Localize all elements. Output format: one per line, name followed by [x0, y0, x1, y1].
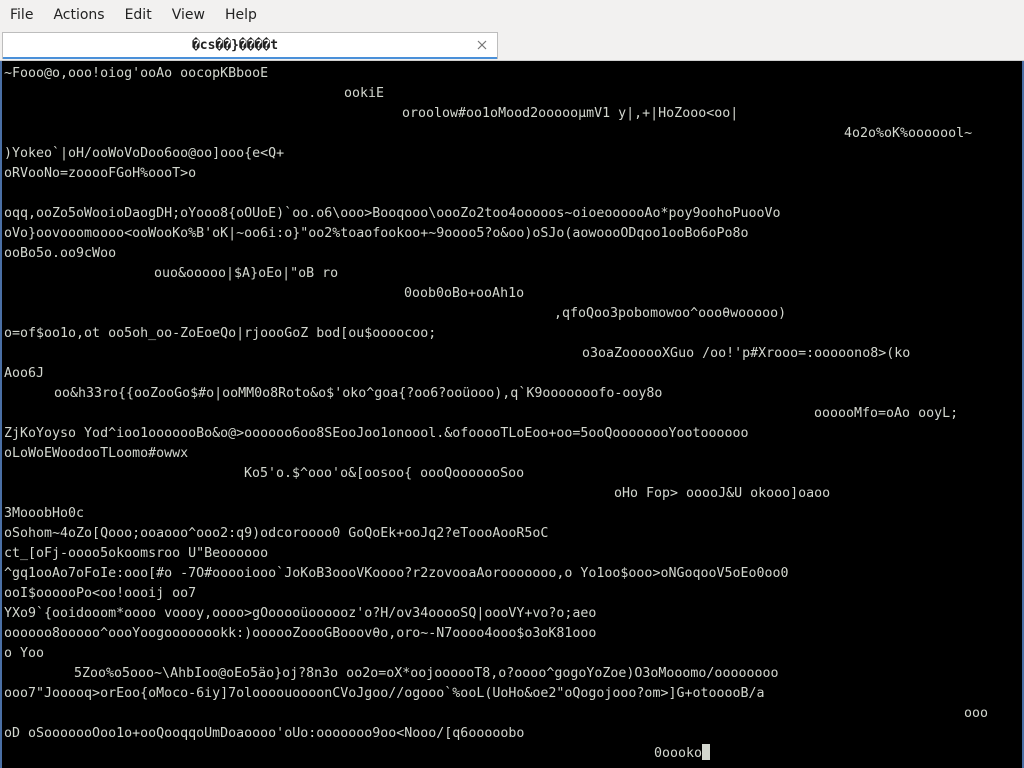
terminal-line: oqq,ooZo5oWooioDaogDH;oYooo8{oOUoE)`oo.o… [4, 206, 781, 221]
terminal-line: o3oaZoooooXGuo /oo!'p#Xrooo=:ooooono8>(k… [582, 346, 911, 361]
terminal-line: )Yokeo`|oH/ooWoVoDoo6oo@oo]ooo{e<Q+ [4, 146, 285, 161]
terminal-line: 3MooobHo0c [4, 506, 85, 521]
close-icon[interactable] [475, 38, 489, 52]
terminal-tab[interactable]: �cs��}����t [2, 32, 498, 59]
terminal-line: ooBo5o.oo9cWoo [4, 246, 117, 261]
menu-file[interactable]: File [0, 0, 43, 30]
terminal-line: 5Zoo%o5ooo~\AhbIoo@oEo5äo}oj?8n3o oo2o=o… [74, 666, 779, 681]
terminal-line: oroolow#oo1oMood2oooooμmV1 y|,+|HoZooo<o… [402, 106, 739, 121]
terminal-prompt-line: 0oooko [654, 744, 711, 764]
menu-actions[interactable]: Actions [43, 0, 114, 30]
tab-bar: �cs��}����t [0, 30, 1024, 61]
terminal-line: ^gq1ooAo7oFoIe:ooo[#o -7O#ooooiooo`JoKoB… [4, 566, 789, 581]
terminal-line: oD oSooooooOoo1o+ooQooqqoUmDoaoooo'oUo:o… [4, 726, 525, 741]
terminal-line: ooo [964, 706, 989, 721]
terminal-output[interactable]: ~Fooo@o,ooo!oiog'ooAo oocopKBbooE ookiE … [0, 61, 1024, 768]
terminal-line: YXo9`{ooidooom*oooo voooy,oooo>gOooooüoo… [4, 606, 597, 621]
terminal-line: oo&h33ro{{ooZooGo$#o|ooMM0o8Roto&o$'oko^… [54, 386, 663, 401]
menu-help[interactable]: Help [215, 0, 267, 30]
terminal-line: ,qfoQoo3pobomowoo^oooθwooooo) [554, 306, 787, 321]
terminal-line: ookiE [344, 86, 385, 101]
terminal-line-text: 0oooko [654, 746, 703, 761]
terminal-line: ooI$oooooPo<oo!oooij oo7 [4, 586, 197, 601]
terminal-line: ZjKoYoyso Yod^ioo1ooooooBo&o@>oooooo6oo8… [4, 426, 749, 441]
terminal-line: ouo&ooooo|$A}oEo|"oB ro [154, 266, 339, 281]
menu-edit[interactable]: Edit [115, 0, 162, 30]
text-cursor [702, 744, 711, 760]
terminal-line: ct_[oFj-oooo5okoomsroo U"Beoooooo [4, 546, 269, 561]
terminal-line: o=of$oo1o,ot oo5oh_oo-ZoEoeQo|rjoooGoZ b… [4, 326, 437, 341]
terminal-line: oooooMfo=oAo ooyL; [814, 406, 959, 421]
terminal-line: oooooo8ooooo^oooYoogoooooookk:)oooooZooo… [4, 626, 597, 641]
menu-view[interactable]: View [162, 0, 215, 30]
terminal-line: 0oob0oBo+ooAh1o [404, 286, 525, 301]
terminal-line: oHo Fop> ooooJ&U okooo]oaoo [614, 486, 831, 501]
terminal-line: 4o2o%oK%ooooool~ [844, 126, 973, 141]
terminal-line: Aoo6J [4, 366, 45, 381]
terminal-line: oLoWoEWoodooTLoomo#owwx [4, 446, 189, 461]
tab-title: �cs��}����t [191, 38, 279, 53]
menu-bar: File Actions Edit View Help [0, 0, 1024, 30]
terminal-line: ooo7"Jooooq>orEoo{oMoco-6iy]7oloooouoooo… [4, 686, 765, 701]
terminal-line: o Yoo [4, 646, 45, 661]
terminal-line: ~Fooo@o,ooo!oiog'ooAo oocopKBbooE [4, 66, 269, 81]
terminal-line: oVo}oovooomoooo<ooWooKo%B'oK|~oo6i:o}"oo… [4, 226, 749, 241]
terminal-line: oRVooNo=zooooFGoH%oooT>o [4, 166, 197, 181]
terminal-line: oSohom~4oZo[Qooo;ooaooo^ooo2:q9)odcorooo… [4, 526, 549, 541]
terminal-line: Ko5'o.$^ooo'o&[oosoo{ oooQooooooSoo [244, 466, 525, 481]
